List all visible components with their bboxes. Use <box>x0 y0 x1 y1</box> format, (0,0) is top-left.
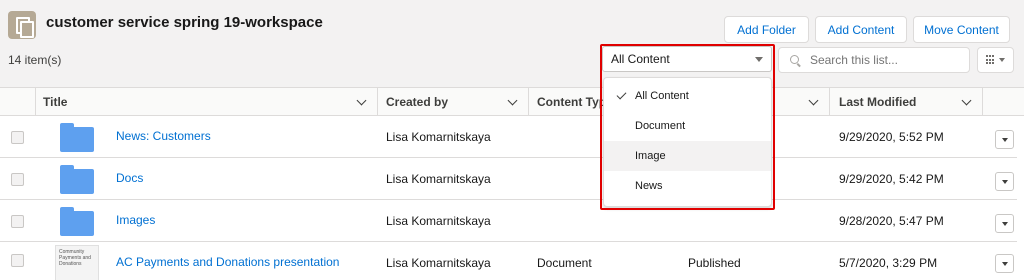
chevron-down-icon[interactable] <box>507 95 518 106</box>
scrollbar[interactable] <box>1017 116 1024 280</box>
filter-option-label: Document <box>635 120 686 132</box>
row-checkbox[interactable] <box>11 173 24 186</box>
row-last-modified: 9/28/2020, 5:47 PM <box>839 214 944 228</box>
filter-option-all-content[interactable]: All Content <box>604 81 771 111</box>
row-actions-button[interactable] <box>995 130 1014 149</box>
row-last-modified: 9/29/2020, 5:52 PM <box>839 130 944 144</box>
filter-option-image[interactable]: Image <box>604 141 771 171</box>
table-row: Docs Lisa Komarnitskaya 9/29/2020, 5:42 … <box>0 158 1024 200</box>
chevron-down-icon[interactable] <box>356 95 367 106</box>
row-actions-button[interactable] <box>995 254 1014 273</box>
filter-option-label: News <box>635 180 663 192</box>
table-row: Images Lisa Komarnitskaya 9/28/2020, 5:4… <box>0 200 1024 242</box>
item-count: 14 item(s) <box>8 53 62 67</box>
search-input[interactable] <box>809 53 969 67</box>
row-status: Published <box>688 256 741 270</box>
row-created-by: Lisa Komarnitskaya <box>386 130 491 144</box>
row-last-modified: 9/29/2020, 5:42 PM <box>839 172 944 186</box>
column-title-label: Title <box>43 95 68 109</box>
table-header: Title Created by Content Typ Last Modifi… <box>0 88 1024 116</box>
document-thumbnail: Community Payments and Donations <box>55 245 99 280</box>
content-filter-value: All Content <box>611 52 670 66</box>
check-icon <box>616 89 627 100</box>
filter-option-label: Image <box>635 150 666 162</box>
row-created-by: Lisa Komarnitskaya <box>386 214 491 228</box>
folder-icon <box>60 207 94 236</box>
row-title-link[interactable]: Docs <box>116 171 143 185</box>
content-filter-select[interactable]: All Content <box>602 46 772 72</box>
filter-option-label: All Content <box>635 90 689 102</box>
move-content-button[interactable]: Move Content <box>913 16 1010 43</box>
chevron-down-icon[interactable] <box>961 95 972 106</box>
row-title-link[interactable]: News: Customers <box>116 129 211 143</box>
filter-option-document[interactable]: Document <box>604 111 771 141</box>
content-filter-dropdown: All Content Document Image News <box>603 77 772 207</box>
search-box[interactable] <box>778 47 970 73</box>
row-checkbox[interactable] <box>11 131 24 144</box>
list-header: customer service spring 19-workspace 14 … <box>0 0 1024 88</box>
search-icon <box>790 54 801 66</box>
page-title: customer service spring 19-workspace <box>46 14 323 31</box>
column-title[interactable]: Title <box>36 88 378 116</box>
chevron-down-icon[interactable] <box>808 95 819 106</box>
add-folder-button[interactable]: Add Folder <box>724 16 809 43</box>
column-select <box>0 88 36 116</box>
row-actions-button[interactable] <box>995 214 1014 233</box>
table-row: News: Customers Lisa Komarnitskaya 9/29/… <box>0 116 1024 158</box>
table-view-icon <box>986 55 996 65</box>
row-actions-button[interactable] <box>995 172 1014 191</box>
column-created-by-label: Created by <box>386 95 449 109</box>
column-created-by[interactable]: Created by <box>378 88 529 116</box>
row-title-link[interactable]: Images <box>116 213 155 227</box>
column-content-type-label: Content Typ <box>537 95 607 109</box>
row-checkbox[interactable] <box>11 215 24 228</box>
row-title-link[interactable]: AC Payments and Donations presentation <box>116 255 339 269</box>
table-row: Community Payments and Donations AC Paym… <box>0 242 1024 280</box>
row-content-type: Document <box>537 256 592 270</box>
caret-down-icon <box>999 58 1005 62</box>
folder-icon <box>60 123 94 152</box>
add-content-button[interactable]: Add Content <box>815 16 907 43</box>
row-checkbox[interactable] <box>11 254 24 267</box>
folder-icon <box>60 165 94 194</box>
display-as-button[interactable] <box>977 47 1014 73</box>
column-actions <box>983 88 1024 116</box>
caret-down-icon <box>755 57 763 62</box>
row-last-modified: 5/7/2020, 3:29 PM <box>839 256 938 270</box>
column-last-modified[interactable]: Last Modified <box>830 88 983 116</box>
filter-option-news[interactable]: News <box>604 171 771 201</box>
row-created-by: Lisa Komarnitskaya <box>386 256 491 270</box>
column-last-modified-label: Last Modified <box>839 95 917 109</box>
row-created-by: Lisa Komarnitskaya <box>386 172 491 186</box>
workspace-icon <box>8 11 36 39</box>
